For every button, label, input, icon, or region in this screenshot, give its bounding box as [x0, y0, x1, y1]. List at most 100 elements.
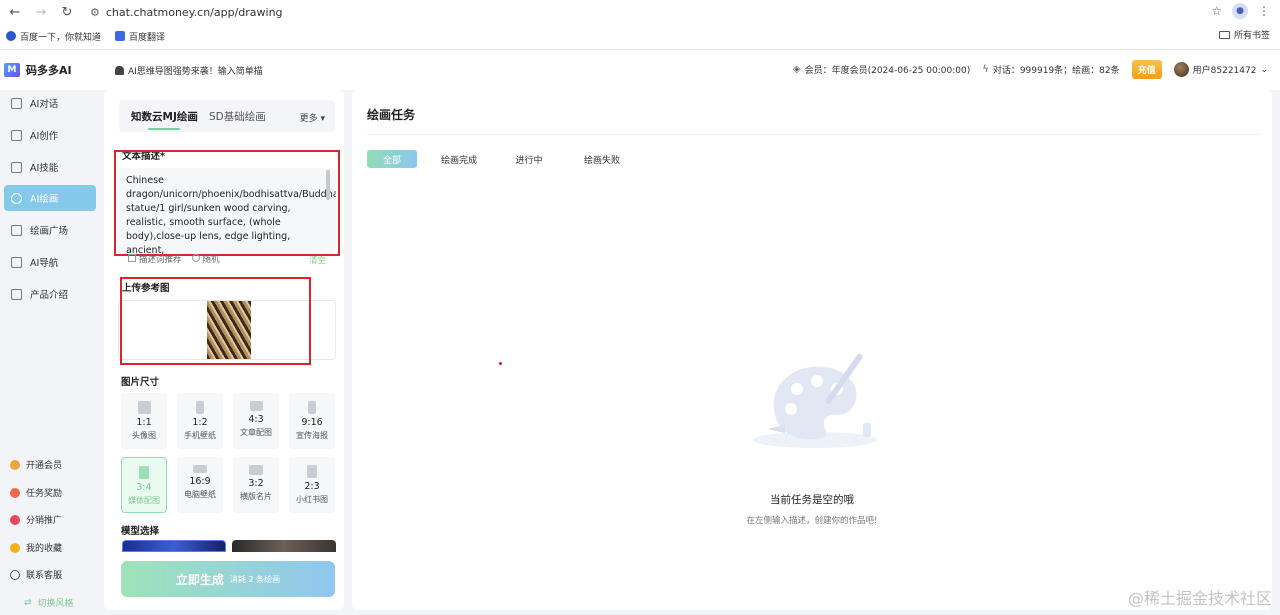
bolt-icon: ϟ — [982, 64, 989, 75]
page-title: 绘画任务 — [367, 108, 416, 122]
notice-bar[interactable]: AI思维导图强势来袭！输入简单描 — [115, 64, 263, 77]
avatar — [1173, 62, 1189, 77]
drawing-settings-panel: 知数云MJ绘画 SD基础绘画 更多 ▾ 文本描述* Chinese dragon… — [104, 90, 344, 610]
size-option-3-4[interactable]: 3:4 媒体配图 — [121, 457, 167, 513]
ratio-icon — [196, 401, 204, 414]
bookmarks-bar: 百度一下，你就知道 百度翻译 所有书签 — [0, 26, 1280, 46]
sidebar: AI对话 AI创作 AI技能 AI绘画 绘画广场 AI导航 产品介绍 开通会员 … — [0, 90, 104, 615]
star-icon[interactable]: ☆ — [1211, 4, 1222, 18]
recharge-button[interactable]: 充值 — [1131, 60, 1162, 79]
model-option-2[interactable] — [232, 540, 336, 552]
sidebar-bottom-rewards[interactable]: 任务奖励 — [10, 486, 62, 499]
tab-in-progress[interactable]: 进行中 — [504, 150, 554, 168]
sidebar-bottom-support[interactable]: 联系客服 — [10, 568, 62, 581]
swap-icon: ⇄ — [24, 597, 32, 608]
bookmark-baidu[interactable]: 百度一下，你就知道 — [6, 30, 101, 43]
sidebar-bottom-vip[interactable]: 开通会员 — [10, 458, 62, 471]
palette-icon — [11, 192, 22, 204]
random-radio[interactable]: 随机 — [191, 253, 220, 265]
size-option-16-9[interactable]: 16:9 电脑壁纸 — [177, 457, 223, 513]
model-label: 模型选择 — [121, 526, 160, 537]
model-option-1[interactable] — [122, 540, 226, 552]
usage-info: ϟ 对话：999919条；绘画：82条 — [982, 64, 1120, 76]
chat-icon — [11, 97, 22, 109]
site-info-icon[interactable]: ⚙ — [90, 6, 100, 19]
ratio-icon — [307, 465, 317, 478]
divider — [367, 134, 1260, 135]
chevron-down-icon: ⌄ — [1260, 64, 1268, 75]
size-option-9-16[interactable]: 9:16 宣传海报 — [289, 393, 335, 449]
vip-icon — [10, 459, 20, 470]
star-icon — [10, 542, 20, 553]
baidu-icon — [6, 31, 16, 41]
skills-icon — [11, 161, 22, 173]
tab-mj-drawing[interactable]: 知数云MJ绘画 — [131, 109, 198, 124]
pen-icon — [11, 129, 22, 141]
sidebar-item-ai-nav[interactable]: AI导航 — [4, 249, 96, 275]
address-bar[interactable]: ⚙ chat.chatmoney.cn/app/drawing — [90, 6, 283, 19]
url-text: chat.chatmoney.cn/app/drawing — [105, 5, 283, 19]
bell-icon — [115, 66, 124, 75]
share-icon — [10, 514, 20, 525]
size-label: 图片尺寸 — [121, 377, 160, 388]
sidebar-item-ai-create[interactable]: AI创作 — [4, 122, 96, 148]
sidebar-bottom-distribution[interactable]: 分销推广 — [10, 513, 62, 526]
sidebar-item-drawing-square[interactable]: 绘画广场 — [4, 217, 96, 243]
empty-state-subtitle: 在左侧输入描述，创建你的作品吧! — [746, 516, 878, 526]
membership-info: ◈ 会员：年度会员(2024-06-25 00:00:00) — [792, 64, 971, 76]
gift-icon — [10, 487, 20, 498]
tab-all[interactable]: 全部 — [367, 150, 417, 168]
ratio-icon — [308, 401, 316, 414]
headset-icon — [10, 569, 20, 580]
drawing-tasks-panel: 绘画任务 全部 绘画完成 进行中 绘画失败 当前任务是空的哦 在左侧输入描述，创… — [352, 90, 1272, 610]
browser-chrome: ← → ↻ ⚙ chat.chatmoney.cn/app/drawing ☆ … — [0, 0, 1280, 50]
shield-icon: ◈ — [792, 64, 801, 75]
clear-button[interactable]: 清空 — [309, 254, 326, 266]
app-header: M 码多多AI AI思维导图强势来袭！输入简单描 ◈ 会员：年度会员(2024-0… — [0, 50, 1280, 90]
reload-icon[interactable]: ↻ — [56, 1, 78, 23]
folder-icon — [1218, 30, 1230, 39]
empty-state-title: 当前任务是空的哦 — [770, 494, 854, 506]
back-icon[interactable]: ← — [4, 1, 26, 23]
document-icon — [11, 288, 22, 300]
highlight-prompt-box — [114, 150, 340, 256]
ratio-icon — [137, 401, 151, 414]
size-option-3-2[interactable]: 3:2 横版名片 — [233, 457, 279, 513]
translate-icon — [115, 31, 126, 41]
size-option-2-3[interactable]: 2:3 小红书图 — [289, 457, 335, 513]
user-menu[interactable]: 用户85221472 ⌄ — [1173, 62, 1268, 77]
forward-icon[interactable]: → — [30, 1, 52, 23]
size-option-1-2[interactable]: 1:2 手机壁纸 — [177, 393, 223, 449]
tab-failed[interactable]: 绘画失败 — [574, 150, 630, 168]
logo[interactable]: M 码多多AI — [4, 62, 72, 78]
sidebar-bottom-favorites[interactable]: 我的收藏 — [10, 541, 62, 554]
sidebar-item-ai-chat[interactable]: AI对话 — [4, 90, 96, 116]
grid-icon — [11, 256, 22, 268]
watermark: @稀土掘金技术社区 — [1127, 589, 1272, 608]
sidebar-item-product-intro[interactable]: 产品介绍 — [4, 281, 96, 307]
bookmark-baidu-translate[interactable]: 百度翻译 — [115, 30, 165, 43]
logo-icon: M — [4, 63, 20, 77]
image-icon — [11, 224, 22, 236]
sidebar-item-ai-skills[interactable]: AI技能 — [4, 154, 96, 180]
size-option-1-1[interactable]: 1:1 头像图 — [121, 393, 167, 449]
menu-icon[interactable]: ⋮ — [1258, 4, 1270, 18]
profile-icon[interactable]: ● — [1232, 3, 1248, 19]
highlight-upload-box — [120, 277, 311, 365]
switch-style-button[interactable]: ⇄ 切换风格 — [24, 596, 74, 610]
prompt-recommend-checkbox[interactable]: 描述词推荐 — [128, 253, 182, 265]
active-tab-indicator — [148, 128, 180, 130]
tab-completed[interactable]: 绘画完成 — [432, 150, 486, 168]
all-bookmarks[interactable]: 所有书签 — [1218, 28, 1270, 41]
ratio-icon — [139, 466, 149, 479]
generate-button[interactable]: 立即生成 消耗 2 条绘画 — [121, 561, 335, 597]
sidebar-item-ai-drawing[interactable]: AI绘画 — [4, 185, 96, 211]
more-dropdown[interactable]: 更多 ▾ — [300, 111, 325, 124]
empty-palette-icon — [753, 353, 877, 448]
address-row: ← → ↻ ⚙ chat.chatmoney.cn/app/drawing ☆ … — [0, 0, 1280, 24]
cursor-dot — [499, 362, 502, 365]
ratio-icon — [249, 465, 263, 475]
ratio-icon — [193, 465, 207, 473]
size-option-4-3[interactable]: 4:3 文章配图 — [233, 393, 279, 449]
tab-sd-drawing[interactable]: SD基础绘画 — [209, 109, 266, 124]
